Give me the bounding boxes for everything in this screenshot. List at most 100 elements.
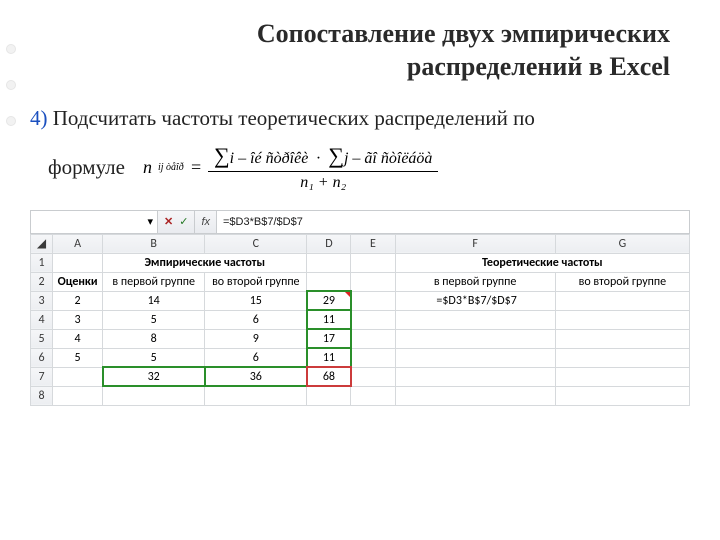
cell[interactable]: 4	[53, 329, 103, 348]
table-row: 6 5 5 6 11	[31, 348, 690, 367]
cell[interactable]	[395, 329, 555, 348]
row-8[interactable]: 8	[31, 386, 53, 405]
cell[interactable]	[395, 367, 555, 386]
col-A[interactable]: A	[53, 234, 103, 253]
row-4[interactable]: 4	[31, 310, 53, 329]
cell[interactable]: Эмпирические частоты	[103, 253, 307, 272]
cell[interactable]: 5	[103, 348, 205, 367]
formula: nij òåîð = ∑i – îé ñòðîêè · ∑j – ãî ñòîë…	[143, 141, 438, 194]
cell[interactable]	[555, 367, 689, 386]
cell[interactable]: 32	[103, 367, 205, 386]
formula-dot: ·	[316, 150, 320, 167]
cancel-icon[interactable]: ✕	[164, 215, 173, 228]
cell[interactable]: 2	[53, 291, 103, 310]
formula-sub: ij òåîð	[158, 162, 184, 173]
table-row: 7 32 36 68	[31, 367, 690, 386]
body-text: 4) Подсчитать частоты теоретических расп…	[0, 91, 720, 141]
cell[interactable]	[307, 253, 351, 272]
heading-line2: распределений в Excel	[407, 52, 670, 81]
cell[interactable]	[351, 310, 395, 329]
cell[interactable]: в первой группе	[395, 272, 555, 291]
formula-fraction: ∑i – îé ñòðîêè · ∑j – ãî ñòîëáöà n₁ + n₂	[208, 141, 438, 194]
cell[interactable]	[103, 386, 205, 405]
cell[interactable]	[53, 367, 103, 386]
row-5[interactable]: 5	[31, 329, 53, 348]
col-D[interactable]: D	[307, 234, 351, 253]
cell[interactable]: 5	[53, 348, 103, 367]
cell[interactable]	[307, 386, 351, 405]
cell[interactable]	[53, 386, 103, 405]
excel-screenshot: ▾ ✕ ✓ fx =$D3*B$7/$D$7 ◢ A B C D E F G 1…	[0, 204, 720, 406]
cell[interactable]	[395, 310, 555, 329]
cell[interactable]	[351, 386, 395, 405]
body-line: Подсчитать частоты теоретических распред…	[53, 106, 535, 130]
cell[interactable]: в первой группе	[103, 272, 205, 291]
cell[interactable]	[555, 386, 689, 405]
cell[interactable]	[351, 348, 395, 367]
row-6[interactable]: 6	[31, 348, 53, 367]
cell[interactable]	[555, 348, 689, 367]
row-2[interactable]: 2	[31, 272, 53, 291]
table-row: 8	[31, 386, 690, 405]
cell[interactable]	[351, 367, 395, 386]
formula-bar: ▾ ✕ ✓ fx =$D3*B$7/$D$7	[30, 210, 690, 234]
cell[interactable]	[555, 329, 689, 348]
table-row: 2 Оценки в первой группе во второй групп…	[31, 272, 690, 291]
cell[interactable]	[351, 253, 395, 272]
col-C[interactable]: C	[205, 234, 307, 253]
table-row: 3 2 14 15 29 =$D3*B$7/$D$7	[31, 291, 690, 310]
cell[interactable]: 5	[103, 310, 205, 329]
row-7[interactable]: 7	[31, 367, 53, 386]
cell[interactable]: 11	[307, 310, 351, 329]
fx-label[interactable]: fx	[195, 211, 217, 233]
enter-icon[interactable]: ✓	[179, 215, 188, 228]
cell[interactable]: 15	[205, 291, 307, 310]
cell[interactable]: 6	[205, 348, 307, 367]
table-row: 1 Эмпирические частоты Теоретические час…	[31, 253, 690, 272]
table-row: 5 4 8 9 17	[31, 329, 690, 348]
cell[interactable]: 6	[205, 310, 307, 329]
cell[interactable]: Теоретические частоты	[395, 253, 690, 272]
row-3[interactable]: 3	[31, 291, 53, 310]
cell[interactable]: =$D3*B$7/$D$7	[395, 291, 555, 310]
cell[interactable]	[205, 386, 307, 405]
col-G[interactable]: G	[555, 234, 689, 253]
list-marker: 4)	[30, 106, 48, 130]
col-E[interactable]: E	[351, 234, 395, 253]
table-row: 4 3 5 6 11	[31, 310, 690, 329]
cell[interactable]: 14	[103, 291, 205, 310]
cell[interactable]: 36	[205, 367, 307, 386]
cell[interactable]	[351, 272, 395, 291]
column-header-row: ◢ A B C D E F G	[31, 234, 690, 253]
cell[interactable]	[307, 272, 351, 291]
formula-num-left: i – îé ñòðîêè	[230, 150, 309, 167]
cell[interactable]: 29	[307, 291, 351, 310]
cell[interactable]: Оценки	[53, 272, 103, 291]
cell[interactable]	[351, 329, 395, 348]
cell[interactable]	[555, 291, 689, 310]
col-F[interactable]: F	[395, 234, 555, 253]
formula-den: n₁ + n₂	[294, 172, 352, 194]
row-1[interactable]: 1	[31, 253, 53, 272]
cell[interactable]: во второй группе	[205, 272, 307, 291]
cell[interactable]	[555, 310, 689, 329]
cell[interactable]	[395, 386, 555, 405]
cell[interactable]: 17	[307, 329, 351, 348]
name-box[interactable]: ▾	[31, 211, 158, 233]
cell[interactable]: 11	[307, 348, 351, 367]
chevron-down-icon[interactable]: ▾	[147, 215, 153, 228]
cell[interactable]	[395, 348, 555, 367]
cell[interactable]: 3	[53, 310, 103, 329]
spreadsheet-grid[interactable]: ◢ A B C D E F G 1 Эмпирические частоты Т…	[30, 234, 690, 406]
cell[interactable]: 68	[307, 367, 351, 386]
cell[interactable]: 9	[205, 329, 307, 348]
select-all-corner[interactable]: ◢	[31, 234, 53, 253]
cell[interactable]	[351, 291, 395, 310]
cell[interactable]: 8	[103, 329, 205, 348]
col-B[interactable]: B	[103, 234, 205, 253]
formula-input[interactable]: =$D3*B$7/$D$7	[217, 211, 689, 233]
heading-line1: Сопоставление двух эмпирических	[257, 19, 670, 48]
formula-word: формуле	[48, 155, 125, 180]
cell[interactable]: во второй группе	[555, 272, 689, 291]
cell[interactable]	[53, 253, 103, 272]
